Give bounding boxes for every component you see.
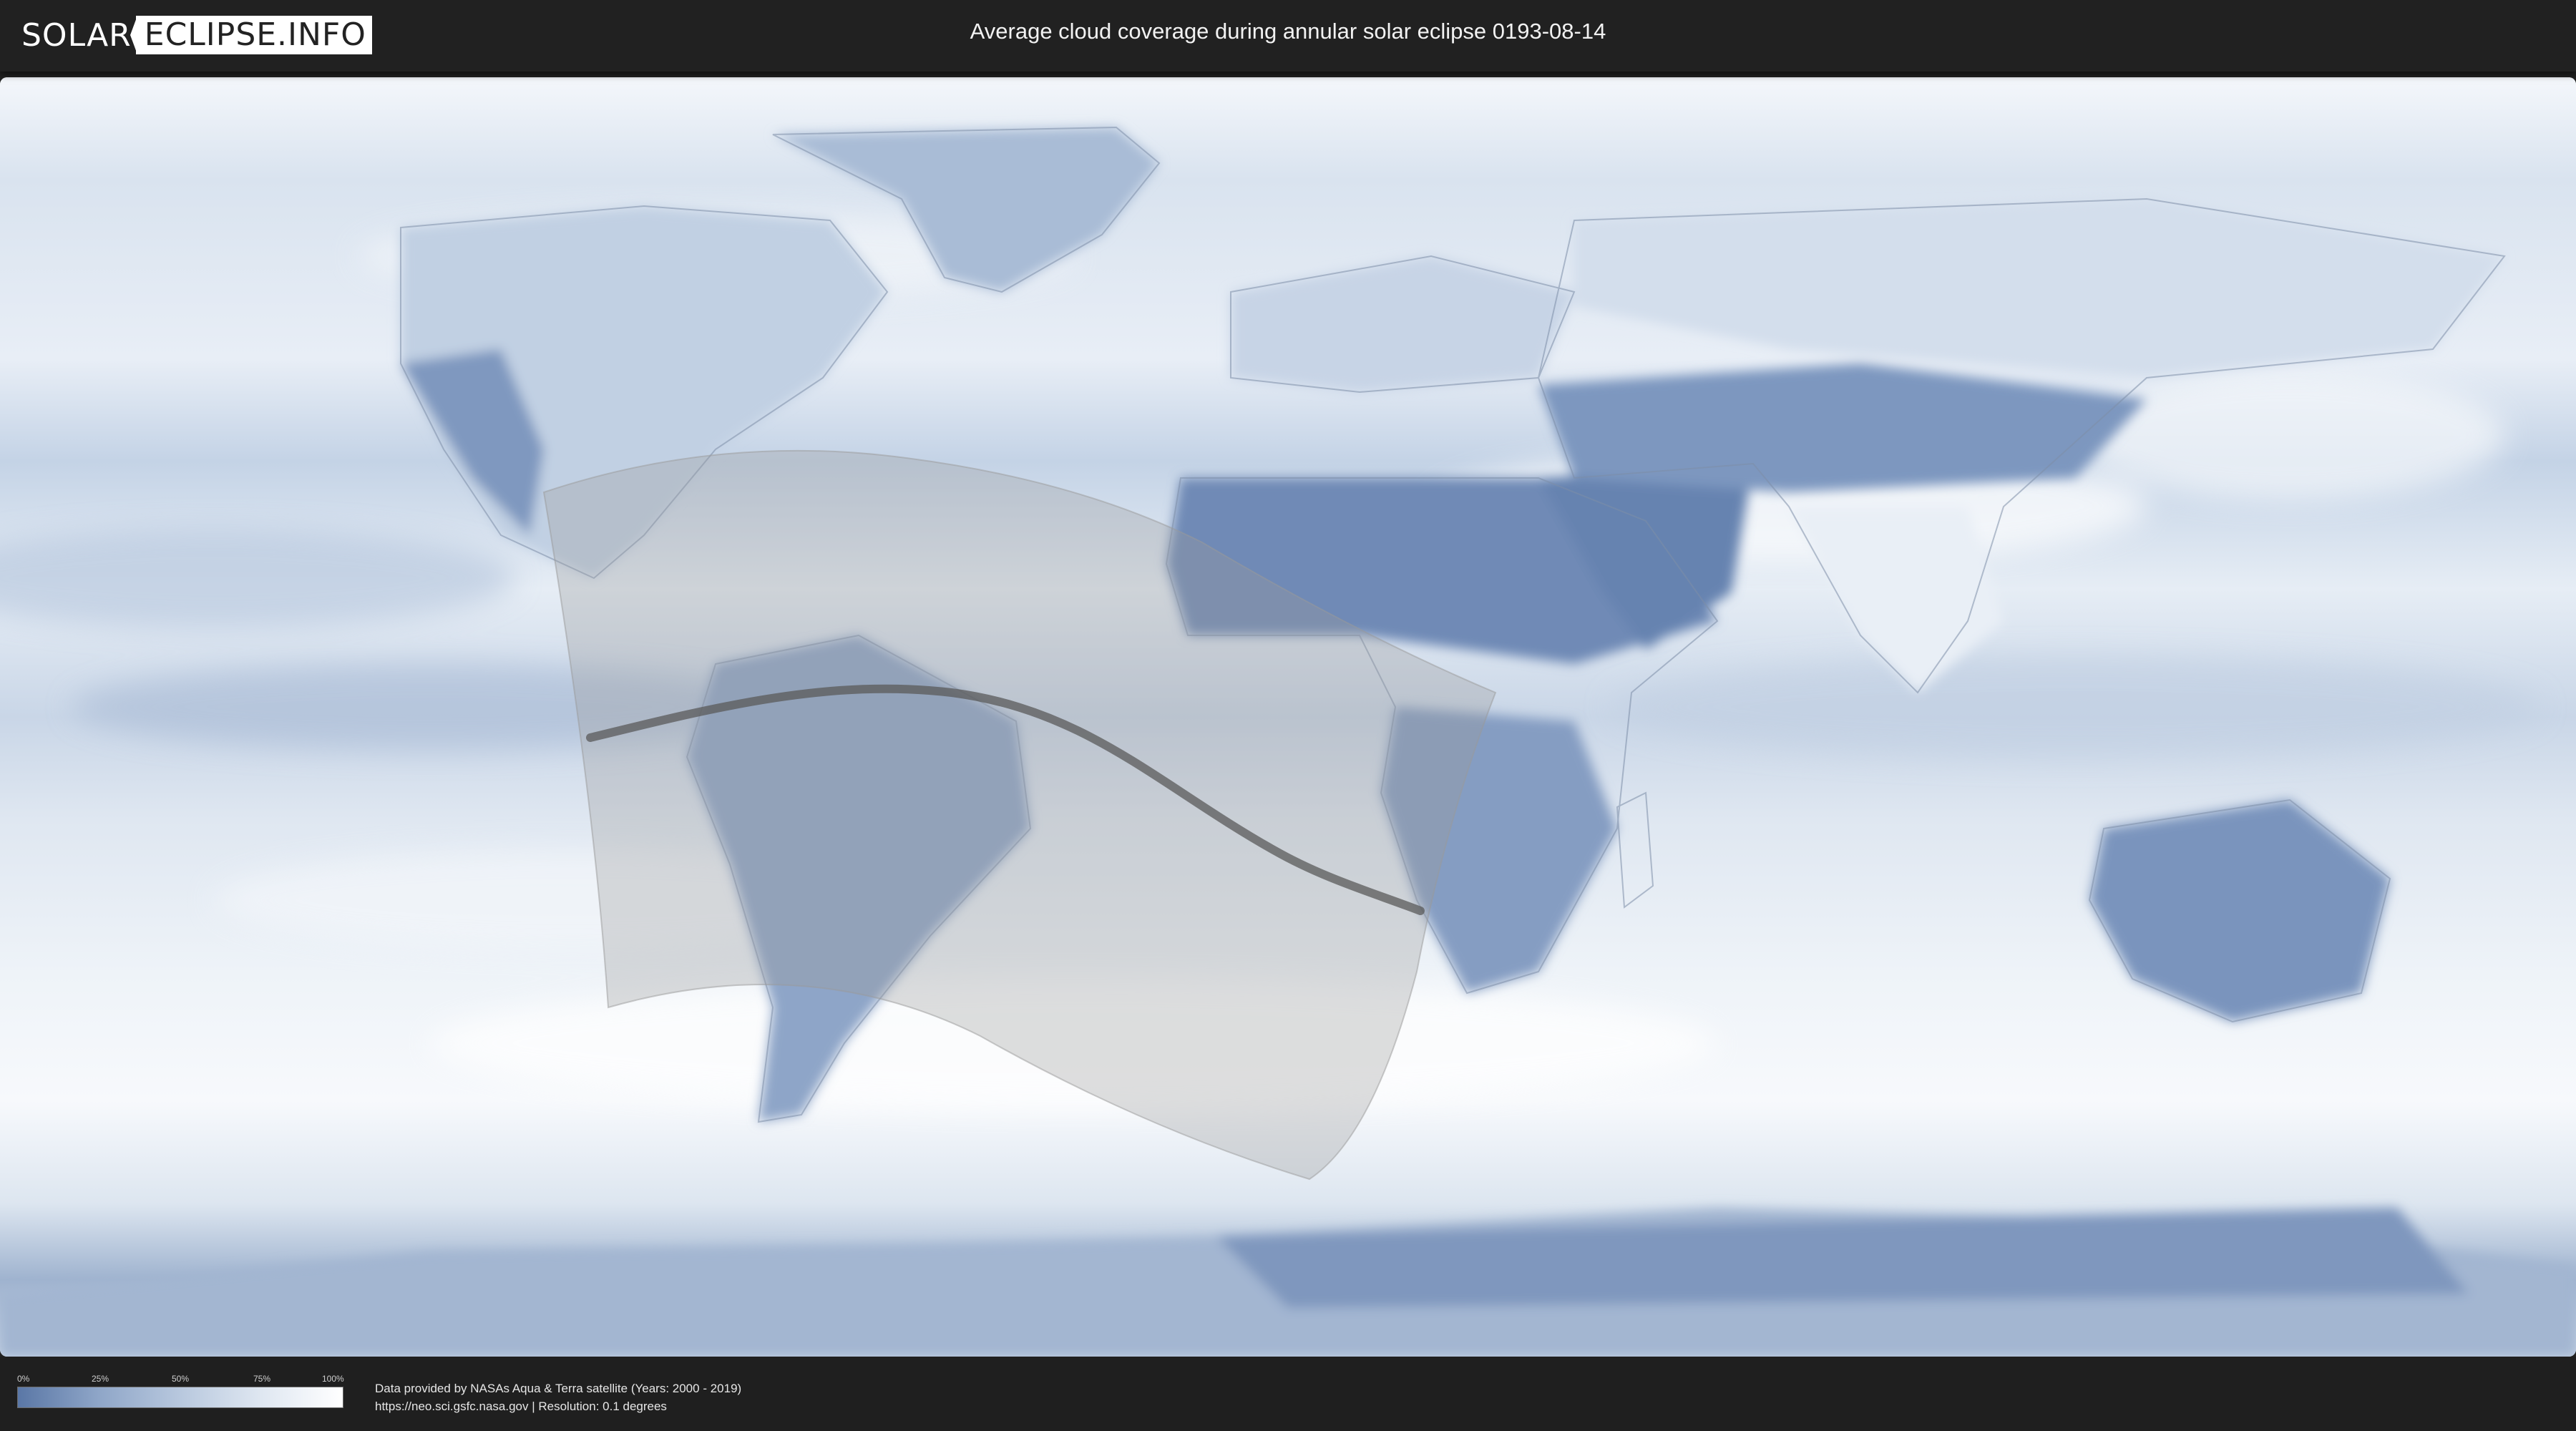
legend-ticks: 0% 25% 50% 75% 100% [17, 1371, 344, 1387]
legend-tick-100: 100% [322, 1374, 344, 1384]
legend-tick-75: 75% [253, 1374, 271, 1384]
cloud-coverage-map [0, 77, 2576, 1357]
cloud-coverage-legend: 0% 25% 50% 75% 100% [17, 1371, 344, 1414]
legend-tick-25: 25% [92, 1374, 109, 1384]
legend-tick-0: 0% [17, 1374, 30, 1384]
legend-tick-50: 50% [172, 1374, 190, 1384]
footer-bar: 0% 25% 50% 75% 100% Data provided by NAS… [0, 1357, 2576, 1431]
header-bar: SOLAR ECLIPSE.INFO Average cloud coverag… [0, 0, 2576, 72]
credits-url: https://neo.sci.gsfc.nasa.gov | Resoluti… [375, 1400, 667, 1413]
map-svg [0, 77, 2576, 1357]
credits-source: Data provided by NASAs Aqua & Terra sate… [375, 1382, 742, 1395]
data-credits: Data provided by NASAs Aqua & Terra sate… [375, 1379, 741, 1415]
page-title: Average cloud coverage during annular so… [970, 19, 1606, 44]
legend-color-bar [17, 1387, 343, 1408]
